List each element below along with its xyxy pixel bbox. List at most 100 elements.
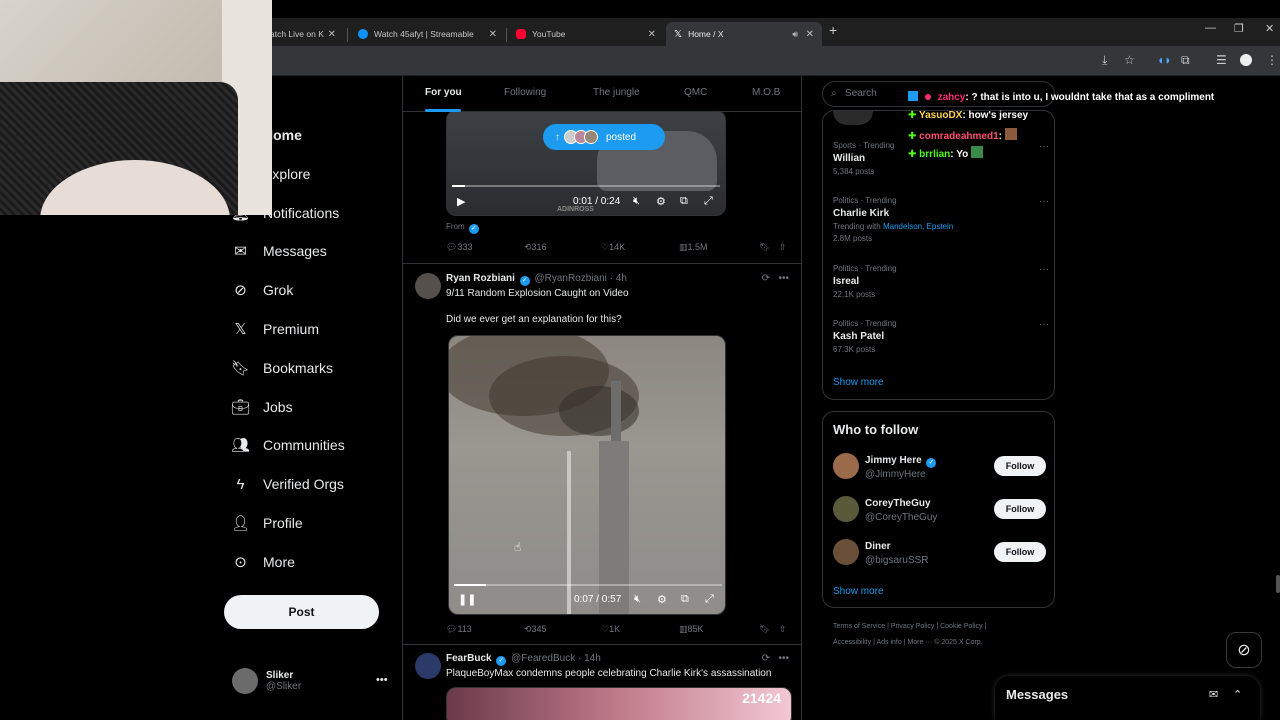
avatar[interactable] xyxy=(415,273,441,299)
new-message-icon[interactable]: ✉ xyxy=(1209,688,1218,701)
repost-button[interactable]: ⟲ 316 xyxy=(524,242,547,253)
settings-gear-icon[interactable]: ⚙ xyxy=(656,195,666,208)
trend-more-icon[interactable]: ··· xyxy=(1039,264,1049,275)
messages-drawer[interactable]: Messages ✉ ⌃ xyxy=(995,676,1260,720)
follow-button[interactable]: Follow xyxy=(994,542,1046,562)
follow-handle: @CoreyTheGuy xyxy=(865,512,938,523)
profile-avatar-icon[interactable] xyxy=(1240,54,1252,66)
share-icon[interactable]: ⇧ xyxy=(779,242,787,253)
nav-verified-orgs[interactable]: ϟ Verified Orgs xyxy=(232,471,344,497)
nav-jobs[interactable]: 💼︎ Jobs xyxy=(231,394,293,420)
divider xyxy=(403,263,801,264)
browser-tab-youtube[interactable]: YouTube ✕ xyxy=(508,22,664,46)
nav-communities[interactable]: 👥︎ Communities xyxy=(231,432,345,458)
author-name[interactable]: Ryan Rozbiani xyxy=(446,273,515,284)
account-more-icon[interactable]: ••• xyxy=(376,674,388,686)
account-name: Sliker xyxy=(266,670,294,681)
nav-bookmarks[interactable]: 🔖︎ Bookmarks xyxy=(231,355,333,381)
nav-messages[interactable]: ✉ Messages xyxy=(232,238,327,264)
tweet-more-icon[interactable]: ⟳ ••• xyxy=(762,273,789,284)
close-tab-icon[interactable]: ✕ xyxy=(806,29,814,40)
nav-grok[interactable]: ⊘ Grok xyxy=(232,277,293,303)
trend-with-links[interactable]: Mandelson, Epstein xyxy=(883,222,953,231)
share-icon[interactable]: ⇧ xyxy=(779,624,787,635)
reply-button[interactable]: 💬︎ 333 xyxy=(446,242,472,253)
trend-item[interactable]: Politics · Trending Charlie Kirk Trendin… xyxy=(833,196,1049,243)
mute-icon[interactable]: 🔇︎ xyxy=(634,593,641,606)
new-posts-pill[interactable]: ↑ posted xyxy=(543,124,665,150)
trend-item[interactable]: Politics · Trending Isreal 22.1K posts ·… xyxy=(833,264,1049,299)
footer-links[interactable]: Terms of Service | Privacy Policy | Cook… xyxy=(833,623,986,630)
reply-button[interactable]: 💬︎ 113 xyxy=(446,624,472,635)
close-window-button[interactable]: ✕ xyxy=(1265,22,1274,35)
grok-floating-button[interactable]: ⊘ xyxy=(1226,632,1262,668)
show-more-trends-link[interactable]: Show more xyxy=(833,377,884,388)
trend-count: 22.1K posts xyxy=(833,290,876,299)
video-progress-bar[interactable] xyxy=(454,584,722,586)
fullscreen-icon[interactable]: ⤢ xyxy=(704,195,713,208)
follow-suggestion[interactable]: CoreyTheGuy @CoreyTheGuy Follow xyxy=(833,496,1046,526)
bookmark-star-icon[interactable]: ☆ xyxy=(1124,53,1135,67)
tab-the-jungle[interactable]: The jungle xyxy=(593,87,640,98)
fullscreen-icon[interactable]: ⤢ xyxy=(705,593,714,606)
trend-more-icon[interactable]: ··· xyxy=(1039,141,1049,152)
browser-tab-kick[interactable]: atch Live on K ✕ xyxy=(262,22,344,46)
scrollbar[interactable] xyxy=(1276,575,1280,593)
speaker-icon[interactable]: 🔊︎ xyxy=(792,29,798,40)
pip-icon[interactable]: ⧉ xyxy=(680,195,688,208)
close-tab-icon[interactable]: ✕ xyxy=(489,29,497,40)
author-handle[interactable]: @FearedBuck · 14h xyxy=(511,653,601,664)
author-handle[interactable]: @RyanRozbiani · 4h xyxy=(534,273,626,284)
show-more-follow-link[interactable]: Show more xyxy=(833,586,884,597)
nav-premium[interactable]: 𝕏 Premium xyxy=(232,316,319,342)
browser-menu-icon[interactable]: ⋮ xyxy=(1266,53,1278,67)
tab-for-you[interactable]: For you xyxy=(425,87,462,98)
tab-qmc[interactable]: QMC xyxy=(684,87,707,98)
follow-button[interactable]: Follow xyxy=(994,456,1046,476)
close-tab-icon[interactable]: ✕ xyxy=(648,29,656,40)
install-app-icon[interactable]: ⤓ xyxy=(1102,53,1107,68)
trend-item[interactable]: Politics · Trending Kash Patel 67.3K pos… xyxy=(833,319,1049,354)
minimize-window-button[interactable]: — xyxy=(1205,22,1216,34)
pause-icon[interactable]: ❚❚ xyxy=(458,593,476,606)
bookmark-icon[interactable]: 🔖︎ xyxy=(759,624,770,635)
reading-list-icon[interactable]: ☰ xyxy=(1216,53,1227,67)
maximize-window-button[interactable]: ❐ xyxy=(1234,22,1244,35)
tweet-image[interactable]: 21424 xyxy=(446,687,792,720)
tab-following[interactable]: Following xyxy=(504,87,546,98)
tab-mob[interactable]: M.O.B xyxy=(752,87,780,98)
new-tab-button[interactable]: + xyxy=(829,22,837,38)
nav-profile[interactable]: 👤︎ Profile xyxy=(231,510,303,536)
footer-links[interactable]: Accessibility | Ads info | More ··· © 20… xyxy=(833,639,983,646)
expand-icon[interactable]: ⌃ xyxy=(1233,688,1242,701)
verified-badge-icon: ✓ xyxy=(519,276,530,286)
post-button[interactable]: Post xyxy=(224,595,379,629)
follow-button[interactable]: Follow xyxy=(994,499,1046,519)
trend-more-icon[interactable]: ··· xyxy=(1039,319,1049,330)
pip-icon[interactable]: ⧉ xyxy=(681,593,689,606)
extension-audio-icon[interactable]: ◖◗ xyxy=(1157,53,1172,67)
avatar[interactable] xyxy=(415,653,441,679)
close-tab-icon[interactable]: ✕ xyxy=(328,29,336,40)
views-button[interactable]: ▥ 85K xyxy=(679,624,704,635)
settings-gear-icon[interactable]: ⚙ xyxy=(657,593,667,606)
video-player[interactable]: ❚❚ 0:07 / 0:57 🔇︎ ⚙ ⧉ ⤢ xyxy=(448,335,726,615)
mute-icon[interactable]: 🔇︎ xyxy=(633,195,640,208)
follow-suggestion[interactable]: Jimmy Here ✓ @JimmyHere Follow xyxy=(833,453,1046,483)
video-progress-bar[interactable] xyxy=(452,185,720,187)
nav-more[interactable]: ⊙ More xyxy=(232,549,295,575)
extensions-puzzle-icon[interactable]: ⧉ xyxy=(1181,53,1190,68)
author-name[interactable]: FearBuck xyxy=(446,653,492,664)
follow-suggestion[interactable]: Diner @bigsaruSSR Follow xyxy=(833,539,1046,569)
like-button[interactable]: ♡ 14K xyxy=(601,242,625,253)
repost-button[interactable]: ⟲ 345 xyxy=(524,624,547,635)
trend-more-icon[interactable]: ··· xyxy=(1039,196,1049,207)
account-switcher[interactable]: Sliker @Sliker xyxy=(232,668,301,694)
browser-tab-streamable[interactable]: Watch 45afyt | Streamable ✕ xyxy=(350,22,505,46)
bookmark-icon[interactable]: 🔖︎ xyxy=(759,242,770,253)
like-button[interactable]: ♡ 1K xyxy=(601,624,620,635)
play-icon[interactable]: ▶ xyxy=(457,195,465,208)
browser-tab-x[interactable]: 𝕏 Home / X 🔊︎ ✕ xyxy=(666,22,822,46)
views-button[interactable]: ▥ 1.5M xyxy=(679,242,708,253)
tweet-more-icon[interactable]: ⟳ ••• xyxy=(762,653,789,664)
